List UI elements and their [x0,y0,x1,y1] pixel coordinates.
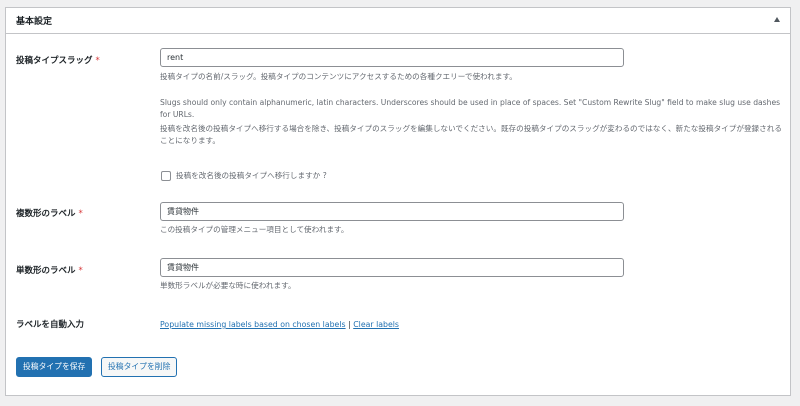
required-marker: * [78,266,83,276]
delete-post-type-button[interactable]: 投稿タイプを削除 [101,357,178,377]
singular-label: 単数形のラベル * [16,264,83,276]
plural-label-text: 複数形のラベル [16,209,76,219]
slug-label-text: 投稿タイプスラッグ [16,56,93,66]
link-separator: | [348,320,351,329]
slug-hint: Slugs should only contain alphanumeric, … [160,98,781,119]
panel-header: 基本設定 [6,8,790,34]
plural-label: 複数形のラベル * [16,207,83,219]
populate-labels-link[interactable]: Populate missing labels based on chosen … [160,320,346,329]
clear-labels-link[interactable]: Clear labels [353,320,399,329]
panel-title: 基本設定 [16,17,53,27]
singular-input[interactable] [160,258,624,277]
autofill-links: Populate missing labels based on chosen … [160,320,399,329]
migrate-checkbox[interactable] [161,170,171,181]
plural-input[interactable] [160,202,624,221]
slug-input[interactable] [160,48,624,67]
migrate-checkbox-label[interactable]: 投稿を改名後の投稿タイプへ移行しますか ? [176,170,327,181]
migrate-option[interactable]: 投稿を改名後の投稿タイプへ移行しますか ? [161,170,327,181]
plural-description: この投稿タイプの管理メニュー項目として使われます。 [160,225,349,234]
slug-warning: 投稿を改名後の投稿タイプへ移行する場合を除き、投稿タイプのスラッグを編集しないで… [160,124,782,145]
save-post-type-button[interactable]: 投稿タイプを保存 [16,357,93,377]
singular-label-text: 単数形のラベル [16,266,76,276]
slug-label: 投稿タイプスラッグ * [16,54,100,66]
slug-description: 投稿タイプの名前/スラッグ。投稿タイプのコンテンツにアクセスするための各種クエリ… [160,72,517,81]
basic-settings-panel: 基本設定 投稿タイプスラッグ* 投稿タイプの名前/スラッグ。投稿タイプのコンテン… [5,7,791,396]
singular-description: 単数形ラベルが必要な時に使われます。 [160,281,296,290]
required-marker: * [78,209,83,219]
required-marker: * [95,56,100,66]
autofill-label: ラベルを自動入力 [16,320,85,330]
collapse-arrow-icon[interactable] [774,17,780,22]
